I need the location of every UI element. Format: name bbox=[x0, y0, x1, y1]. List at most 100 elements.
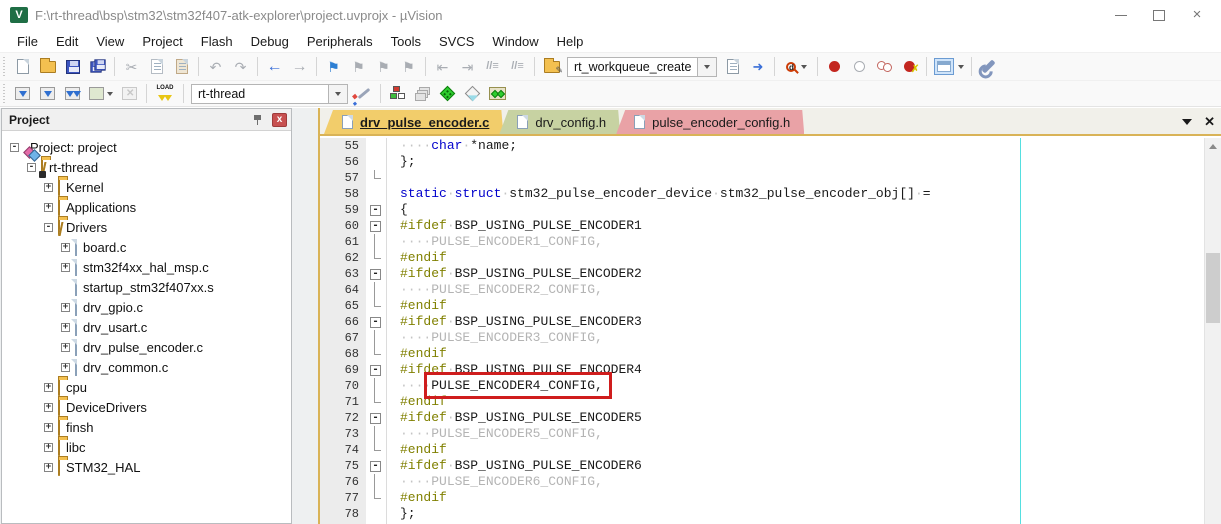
comment-button[interactable]: //≡ bbox=[480, 55, 505, 78]
insert-breakpoint-button[interactable] bbox=[822, 55, 847, 78]
close-document-icon[interactable]: ✕ bbox=[1204, 115, 1215, 129]
options-for-target-button[interactable] bbox=[351, 82, 376, 105]
menu-file[interactable]: File bbox=[8, 32, 47, 51]
code-editor[interactable]: 55····char·*name;56};5758static·struct·s… bbox=[320, 138, 1221, 524]
menu-view[interactable]: View bbox=[87, 32, 133, 51]
tree-item[interactable]: +board.c bbox=[2, 237, 291, 257]
expand-icon[interactable]: + bbox=[61, 343, 70, 352]
tree-item[interactable]: +DeviceDrivers bbox=[2, 397, 291, 417]
target-select[interactable]: rt-thread bbox=[191, 84, 329, 104]
collapse-icon[interactable]: - bbox=[44, 223, 53, 232]
fold-collapse-icon[interactable] bbox=[366, 410, 387, 426]
tree-item[interactable]: +stm32f4xx_hal_msp.c bbox=[2, 257, 291, 277]
tree-item[interactable]: +finsh bbox=[2, 417, 291, 437]
fold-collapse-icon[interactable] bbox=[366, 218, 387, 234]
tree-item[interactable]: +STM32_HAL bbox=[2, 457, 291, 477]
expand-icon[interactable]: + bbox=[61, 363, 70, 372]
tree-item[interactable]: startup_stm32f407xx.s bbox=[2, 277, 291, 297]
tab-pulse_encoder_config.h[interactable]: pulse_encoder_config.h bbox=[616, 110, 804, 134]
search-dropdown-button[interactable] bbox=[698, 57, 717, 77]
tree-item[interactable]: +Kernel bbox=[2, 177, 291, 197]
search-input[interactable]: rt_workqueue_create bbox=[567, 57, 698, 77]
menu-flash[interactable]: Flash bbox=[192, 32, 242, 51]
tree-item[interactable]: -Drivers bbox=[2, 217, 291, 237]
toolbar-grip[interactable] bbox=[1, 84, 8, 104]
batch-build-button[interactable] bbox=[85, 82, 117, 105]
tree-item[interactable]: -rt-thread bbox=[2, 157, 291, 177]
target-dropdown-button[interactable] bbox=[329, 84, 348, 104]
expand-icon[interactable]: + bbox=[44, 443, 53, 452]
indent-button[interactable]: ⇥ bbox=[455, 55, 480, 78]
fold-collapse-icon[interactable] bbox=[366, 202, 387, 218]
tree-item[interactable]: +cpu bbox=[2, 377, 291, 397]
select-software-packs-button[interactable] bbox=[460, 82, 485, 105]
collapse-icon[interactable]: - bbox=[10, 143, 19, 152]
tab-drv_config.h[interactable]: drv_config.h bbox=[499, 110, 620, 134]
find-in-files-button[interactable]: ✎ bbox=[539, 55, 564, 78]
save-all-button[interactable] bbox=[85, 55, 110, 78]
undo-button[interactable]: ↶ bbox=[203, 55, 228, 78]
expand-icon[interactable]: + bbox=[44, 383, 53, 392]
expand-icon[interactable]: + bbox=[44, 203, 53, 212]
build-button[interactable] bbox=[35, 82, 60, 105]
incremental-find-button[interactable]: ➜ bbox=[745, 55, 770, 78]
configure-button[interactable] bbox=[976, 55, 1001, 78]
menu-project[interactable]: Project bbox=[133, 32, 191, 51]
enable-breakpoint-button[interactable] bbox=[847, 55, 872, 78]
tree-item[interactable]: +drv_gpio.c bbox=[2, 297, 291, 317]
tab-drv_pulse_encoder.c[interactable]: drv_pulse_encoder.c bbox=[324, 110, 503, 134]
menu-window[interactable]: Window bbox=[483, 32, 547, 51]
expand-icon[interactable]: + bbox=[44, 463, 53, 472]
clear-bookmarks-button[interactable]: ⚑ bbox=[396, 55, 421, 78]
menu-debug[interactable]: Debug bbox=[242, 32, 298, 51]
pack-installer-button[interactable] bbox=[485, 82, 510, 105]
expand-icon[interactable]: + bbox=[61, 323, 70, 332]
fold-collapse-icon[interactable] bbox=[366, 362, 387, 378]
maximize-button[interactable] bbox=[1153, 9, 1165, 21]
pin-icon[interactable] bbox=[252, 114, 264, 126]
disable-all-breakpoints-button[interactable] bbox=[872, 55, 897, 78]
menu-help[interactable]: Help bbox=[548, 32, 593, 51]
tree-item[interactable]: +libc bbox=[2, 437, 291, 457]
find-in-files-results-button[interactable] bbox=[720, 55, 745, 78]
new-file-button[interactable] bbox=[10, 55, 35, 78]
tree-item[interactable]: +drv_usart.c bbox=[2, 317, 291, 337]
fold-collapse-icon[interactable] bbox=[366, 458, 387, 474]
tree-item[interactable]: +drv_common.c bbox=[2, 357, 291, 377]
paste-button[interactable] bbox=[169, 55, 194, 78]
navigate-forward-button[interactable]: → bbox=[287, 55, 312, 78]
redo-button[interactable]: ↷ bbox=[228, 55, 253, 78]
stop-build-button[interactable]: ✕ bbox=[117, 82, 142, 105]
fold-collapse-icon[interactable] bbox=[366, 266, 387, 282]
scroll-up-button[interactable] bbox=[1205, 138, 1221, 155]
download-button[interactable]: LOAD bbox=[151, 82, 179, 105]
project-panel-close-button[interactable]: x bbox=[272, 113, 287, 127]
vertical-scrollbar[interactable] bbox=[1204, 138, 1221, 524]
menu-edit[interactable]: Edit bbox=[47, 32, 87, 51]
toggle-bookmark-button[interactable]: ⚑ bbox=[321, 55, 346, 78]
menu-peripherals[interactable]: Peripherals bbox=[298, 32, 382, 51]
find-button[interactable]: d bbox=[779, 55, 813, 78]
menu-tools[interactable]: Tools bbox=[382, 32, 430, 51]
expand-icon[interactable]: + bbox=[61, 243, 70, 252]
toolbar-grip[interactable] bbox=[1, 57, 8, 77]
tree-item[interactable]: +Applications bbox=[2, 197, 291, 217]
navigate-back-button[interactable]: ← bbox=[262, 55, 287, 78]
cut-button[interactable]: ✂ bbox=[119, 55, 144, 78]
expand-icon[interactable]: + bbox=[44, 423, 53, 432]
rebuild-button[interactable] bbox=[60, 82, 85, 105]
uncomment-button[interactable]: //≡ bbox=[505, 55, 530, 78]
outdent-button[interactable]: ⇤ bbox=[430, 55, 455, 78]
manage-project-items-button[interactable] bbox=[385, 82, 410, 105]
copy-button[interactable] bbox=[144, 55, 169, 78]
save-button[interactable] bbox=[60, 55, 85, 78]
tree-item[interactable]: +drv_pulse_encoder.c bbox=[2, 337, 291, 357]
window-list-dropdown-icon[interactable] bbox=[1182, 119, 1192, 130]
kill-all-breakpoints-button[interactable]: ✗ bbox=[897, 55, 922, 78]
expand-icon[interactable]: + bbox=[61, 263, 70, 272]
expand-icon[interactable]: + bbox=[61, 303, 70, 312]
translate-button[interactable] bbox=[10, 82, 35, 105]
scrollbar-thumb[interactable] bbox=[1206, 253, 1220, 323]
close-button[interactable]: × bbox=[1191, 9, 1203, 21]
window-layout-button[interactable] bbox=[931, 55, 967, 78]
